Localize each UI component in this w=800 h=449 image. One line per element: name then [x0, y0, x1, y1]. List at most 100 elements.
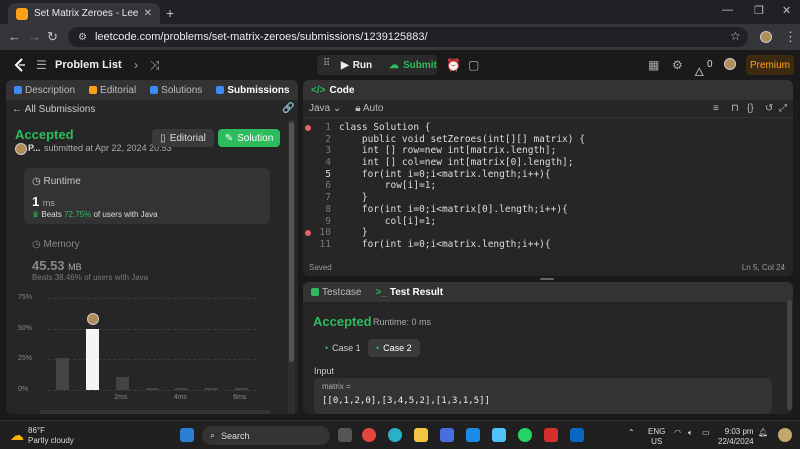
mail-icon[interactable] [466, 428, 480, 442]
layout-icon[interactable]: ▦ [648, 58, 659, 72]
whatsapp-icon[interactable] [518, 428, 532, 442]
task-view-icon[interactable] [338, 428, 352, 442]
problem-list-link[interactable]: Problem List [55, 59, 122, 71]
chrome-icon[interactable] [362, 428, 376, 442]
memory-label[interactable]: ◷ Memory [32, 239, 80, 250]
notification-bell-icon[interactable]: 🔔︎ [758, 428, 768, 437]
language-select[interactable]: Java ⌄ [309, 103, 341, 114]
tab-testcase[interactable]: Testcase [311, 287, 361, 298]
browser-tab[interactable]: Set Matrix Zeroes - LeetCode ✕ [8, 3, 160, 24]
chart-bar[interactable] [145, 388, 159, 390]
runtime-card[interactable]: ◷ Runtime 1 ms ♛ Beats 72.75% of users w… [24, 168, 270, 224]
run-button[interactable]: ▶ Run [341, 57, 372, 73]
start-windows-icon[interactable] [180, 428, 194, 442]
chart-bar[interactable] [86, 328, 100, 390]
restore-icon[interactable]: ❐ [754, 4, 764, 17]
edge-icon[interactable] [388, 428, 402, 442]
close-tab-icon[interactable]: ✕ [144, 8, 152, 19]
url-field[interactable]: ⚙ leetcode.com/problems/set-matrix-zeroe… [68, 27, 748, 47]
timer-icon[interactable]: ⏰ [446, 58, 461, 72]
memory-beats: Beats 38.46% of users with Java [32, 273, 149, 282]
test-tabs: Testcase >_ Test Result [303, 282, 793, 302]
panel-resize-handle[interactable] [540, 278, 554, 280]
chart-bar[interactable] [204, 388, 218, 390]
left-scrollbar-thumb[interactable] [289, 122, 294, 362]
battery-icon[interactable]: ▭ [702, 428, 710, 437]
browser-tab-bar: Set Matrix Zeroes - LeetCode ✕ + — ❐ ✕ [0, 0, 800, 24]
editorial-button[interactable]: ▯ Editorial [152, 129, 214, 147]
problem-list-icon[interactable]: ☰ [36, 58, 47, 72]
leetcode-favicon-icon [16, 7, 28, 20]
case-2-tab[interactable]: • Case 2 [368, 339, 420, 357]
store-icon[interactable] [440, 428, 454, 442]
link-icon[interactable]: 🔗 [282, 103, 294, 114]
minimize-icon[interactable]: — [722, 4, 733, 16]
notes-icon[interactable]: ▢ [468, 58, 479, 72]
code-text: for(int i=0;i<matrix[0].length;i++){ [339, 203, 568, 215]
tab-submissions[interactable]: Submissions [216, 85, 290, 96]
tab-description[interactable]: Description [14, 85, 75, 96]
volume-icon[interactable]: 🔈︎ [688, 428, 693, 438]
chart-bar[interactable] [56, 358, 70, 390]
code-text: public void setZeroes(int[][] matrix) { [339, 133, 585, 145]
code-brackets-icon: </> [311, 84, 326, 96]
all-submissions-link[interactable]: ← All Submissions [12, 104, 95, 115]
linkedin-icon[interactable] [570, 428, 584, 442]
tab-test-result[interactable]: >_ Test Result [375, 287, 443, 298]
reload-icon[interactable]: ↻ [47, 29, 58, 45]
menu-dots-icon[interactable]: ⋮ [784, 29, 797, 45]
back-arrow-icon[interactable]: ← [8, 29, 21, 44]
tab-solutions[interactable]: Solutions [150, 85, 202, 96]
file-explorer-icon[interactable] [414, 428, 428, 442]
tab-editorial[interactable]: Editorial [89, 85, 136, 96]
taskbar-search[interactable]: ⌕ Search [202, 426, 330, 445]
next-problem-icon[interactable]: › [134, 58, 138, 72]
grid-line [48, 328, 256, 330]
weather-widget[interactable]: 86°F Partly cloudy [28, 426, 74, 446]
weather-icon[interactable]: ☁ [10, 427, 24, 444]
premium-button[interactable]: Premium [746, 55, 794, 75]
bookmark-icon[interactable]: ⊓ [731, 103, 739, 114]
test-scrollbar[interactable] [787, 300, 792, 410]
description-icon [14, 86, 22, 94]
auto-format-toggle[interactable]: 🔒︎ Auto [355, 103, 383, 114]
braces-icon[interactable]: {} [747, 103, 754, 114]
site-info-icon[interactable]: ⚙ [78, 32, 87, 43]
acrobat-icon[interactable] [544, 428, 558, 442]
clock[interactable]: 9:03 pm 22/4/2024 [718, 427, 754, 447]
shuffle-icon[interactable]: ⤨ [150, 58, 160, 73]
bookmark-star-icon[interactable]: ☆ [730, 29, 741, 43]
copilot-icon[interactable] [778, 428, 792, 442]
author-name[interactable]: P... [28, 143, 40, 153]
reset-icon[interactable]: ↺ [765, 103, 773, 114]
close-window-icon[interactable]: ✕ [782, 4, 791, 17]
drag-handle-icon[interactable]: ⠿ [323, 58, 330, 69]
leetcode-logo-icon[interactable] [12, 57, 28, 73]
language-indicator[interactable]: ENG US [648, 427, 665, 447]
prev-problem-icon[interactable]: ‹ [114, 58, 118, 72]
chart-bar[interactable] [175, 388, 189, 390]
streak-count: 0 [707, 59, 713, 70]
y-tick-label: 0% [18, 386, 29, 393]
new-tab-icon[interactable]: + [166, 5, 174, 21]
code-editor[interactable]: 1 class Solution {2 public void setZeroes… [303, 122, 793, 251]
chart-bar[interactable] [234, 388, 248, 390]
solution-button[interactable]: ✎ Solution [218, 129, 280, 147]
format-lines-icon[interactable]: ≡ [713, 103, 719, 114]
chart-scroll-track[interactable] [40, 410, 270, 414]
tray-chevron-icon[interactable]: ⌃ [628, 428, 635, 437]
forward-arrow-icon[interactable]: → [28, 29, 41, 44]
submit-button[interactable]: ☁ Submit [389, 57, 437, 73]
wifi-icon[interactable]: ◠ [674, 428, 681, 437]
editor-toolbar: Java ⌄ 🔒︎ Auto ≡ ⊓ {} ↺ ⤢ [303, 100, 793, 118]
case-1-tab[interactable]: • Case 1 [317, 339, 369, 357]
user-avatar[interactable] [724, 58, 736, 70]
settings-gear-icon[interactable]: ⚙ [672, 58, 683, 72]
line-number: 4 [325, 157, 331, 169]
chart-bar[interactable] [115, 376, 129, 390]
photos-icon[interactable] [492, 428, 506, 442]
test-panel: Testcase >_ Test Result Accepted Runtime:… [303, 282, 793, 414]
fullscreen-icon[interactable]: ⤢ [779, 103, 787, 114]
author-avatar[interactable] [15, 143, 27, 155]
profile-avatar[interactable] [760, 31, 772, 43]
